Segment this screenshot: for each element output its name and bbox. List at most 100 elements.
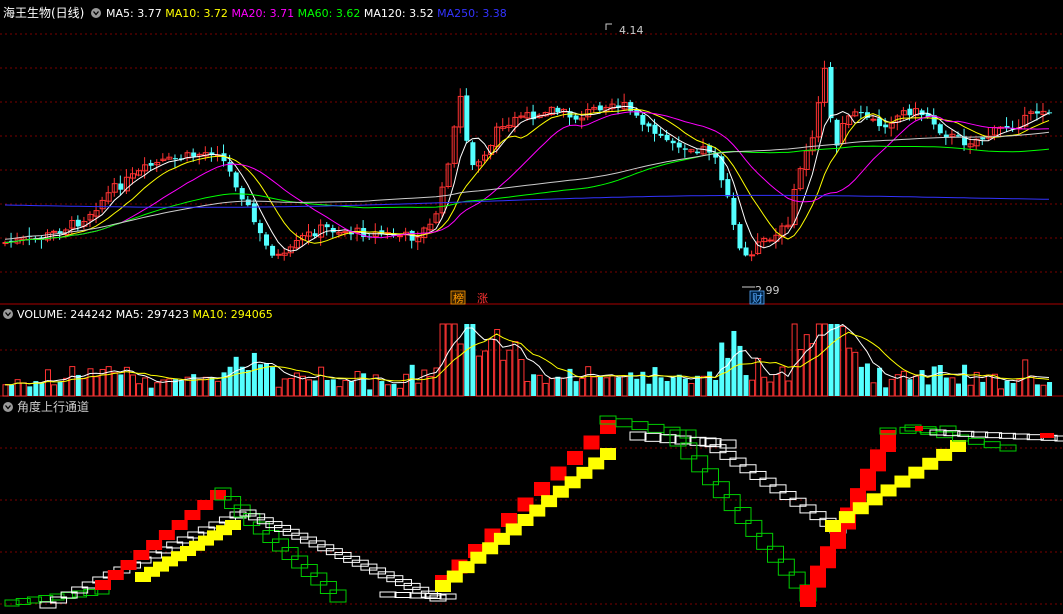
marker-cai-text: 财 [752, 291, 763, 305]
volume-legend: VOLUME: 244242 MA5: 297423 MA10: 294065 [17, 308, 273, 321]
marker-zhang-text[interactable]: 涨 [477, 292, 488, 305]
channel-block [210, 490, 226, 500]
channel-block [922, 457, 939, 470]
candle-body-down [233, 172, 239, 188]
main-settings-icon[interactable] [91, 8, 101, 18]
marker-bang-text: 榜 [453, 291, 464, 305]
volume-bar-down [634, 378, 640, 396]
indicator-settings-icon[interactable] [3, 402, 13, 412]
candle-body-down [257, 223, 263, 234]
channel-step [967, 437, 985, 445]
channel-block [225, 520, 241, 530]
candle-body-down [470, 142, 476, 166]
channel-block [866, 493, 883, 506]
candle-body-down [597, 105, 603, 111]
candle-body-down [245, 199, 251, 206]
candle-body-down [676, 142, 682, 148]
candle-body-down [743, 247, 749, 256]
candle-body-down [634, 109, 640, 116]
channel-block [800, 585, 816, 607]
volume-settings-icon[interactable] [3, 309, 13, 319]
volume-bar-down [118, 374, 124, 396]
candle-body-down [464, 95, 470, 141]
volume-bar-down [682, 378, 688, 396]
volume-panel-header: VOLUME: 244242 MA5: 297423 MA10: 294065 [3, 308, 273, 321]
candle-body-down [251, 203, 257, 223]
channel-step [334, 552, 352, 559]
channel-block [534, 482, 550, 496]
volume-bar-down [652, 367, 658, 396]
channel-step [412, 586, 430, 594]
candle-body-down [725, 179, 731, 197]
volume-bar-down [828, 324, 834, 396]
stock-title[interactable]: 海王生物(日线) [3, 5, 84, 20]
channel-step [734, 507, 752, 524]
volume-bar-up [579, 377, 586, 397]
channel-block [950, 440, 966, 452]
channel-block [870, 449, 886, 472]
volume-bar-down [191, 374, 197, 396]
volume-bar-up [967, 384, 974, 397]
volume-bar-down [233, 356, 239, 396]
volume-bar-up [451, 323, 458, 397]
volume-bar-up [427, 375, 434, 397]
volume-bar-down [907, 379, 913, 396]
legend-label: MA5: [106, 7, 137, 20]
volume-bar-up [688, 383, 695, 397]
indicator-title[interactable]: 角度上行通道 [17, 399, 89, 414]
channel-step [723, 494, 741, 512]
channel-step [777, 558, 795, 576]
volume-bar-down [312, 380, 318, 396]
candle-body-down [883, 124, 889, 128]
channel-step [663, 426, 681, 436]
volume-bar-down [27, 386, 33, 396]
channel-step [420, 590, 438, 598]
candle-body-up [397, 235, 404, 238]
volume-bar-up [2, 384, 9, 397]
volume-bar-down [646, 383, 652, 396]
candle-body-up [870, 118, 877, 121]
channel-step [325, 548, 343, 556]
legend-value: 3.72 [203, 7, 231, 20]
channel-step [369, 567, 387, 575]
channel-step [394, 592, 412, 598]
channel-step [317, 544, 335, 552]
stock-chart[interactable]: 4.14 2.99 榜 涨 财 海王生物(日线) MA5: 3.77 MA10:… [0, 0, 1063, 614]
volume-bar-up [949, 377, 956, 397]
volume-bar-up [475, 355, 482, 397]
channel-block [880, 484, 897, 497]
candle-body-down [955, 135, 961, 137]
channel-step [224, 496, 242, 509]
candle-body-down [312, 233, 318, 237]
volume-bar-up [870, 382, 877, 397]
channel-block [908, 466, 925, 479]
channel-step [629, 431, 647, 441]
channel-block [880, 430, 896, 452]
volume-bar-up [306, 379, 312, 397]
volume-bar-up [445, 323, 452, 397]
channel-block [158, 530, 175, 540]
volume-bar-up [761, 376, 768, 397]
volume-bar-up [791, 323, 798, 397]
candle-body-down [731, 197, 737, 225]
channel-step [360, 563, 378, 571]
candle-body-down [664, 134, 670, 141]
volume-bar-up [785, 380, 792, 397]
volume-bar-up [142, 377, 149, 397]
volume-bar-down [725, 357, 731, 396]
channel-step [719, 439, 737, 449]
channel-block [852, 502, 869, 515]
volume-bar-up [1028, 375, 1035, 397]
channel-step [351, 559, 369, 567]
channel-step [281, 547, 299, 560]
volume-bar-down [731, 330, 737, 396]
high-price-annotation: 4.14 [605, 23, 644, 37]
volume-bar-up [397, 387, 404, 397]
volume-bar-down [1004, 380, 1010, 396]
event-markers[interactable]: 榜 涨 财 [450, 290, 765, 305]
volume-bar-up [767, 381, 774, 397]
candle-body-down [694, 151, 700, 154]
volume-bar-up [997, 388, 1004, 397]
volume-bar-up [755, 358, 762, 397]
volume-bar-down [1047, 382, 1053, 396]
